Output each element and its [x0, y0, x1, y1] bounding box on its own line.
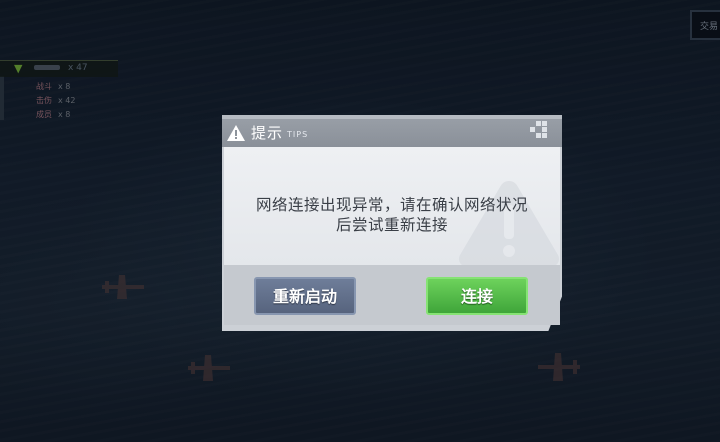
connect-button[interactable]: 连接 — [426, 277, 528, 315]
dialog-message-line1: 网络连接出现异常，请在确认网络状况 — [255, 196, 528, 214]
dialog-subtitle: TIPS — [287, 130, 309, 139]
dialog-header: 提示 TIPS — [222, 115, 562, 147]
dialog-title: 提示 — [251, 124, 284, 142]
network-error-dialog: 提示 TIPS 网络连接出现异常，请在确认网络状况 后尝试重新连接 重新启动 连… — [222, 115, 562, 331]
warning-icon — [227, 125, 245, 141]
dialog-message-line2: 后尝试重新连接 — [335, 216, 448, 234]
header-decoration — [528, 121, 550, 143]
dialog-message: 网络连接出现异常，请在确认网络状况 后尝试重新连接 — [222, 195, 562, 235]
restart-button[interactable]: 重新启动 — [254, 277, 356, 315]
header-stripe — [222, 115, 562, 119]
